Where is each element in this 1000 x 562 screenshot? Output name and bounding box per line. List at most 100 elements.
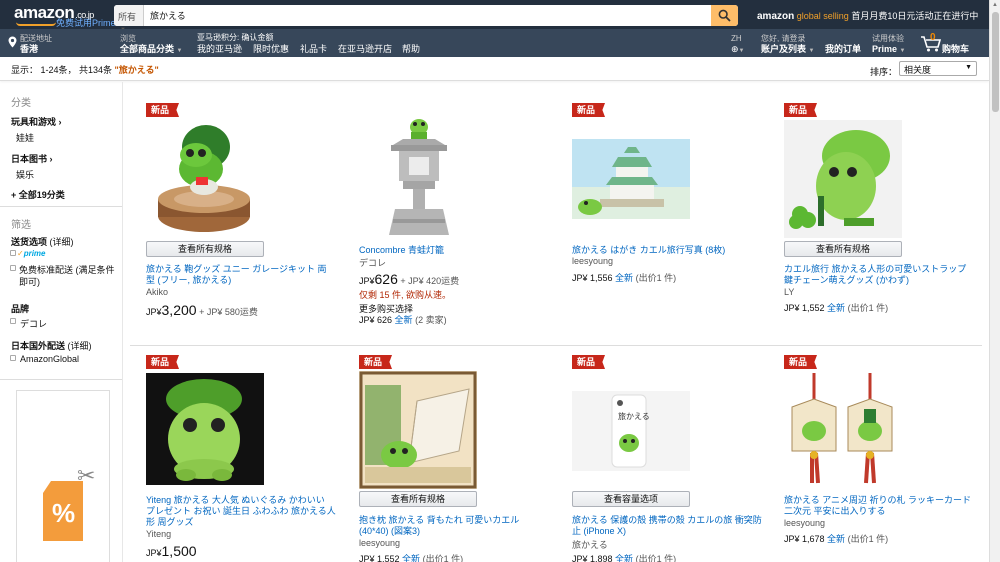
price-value: JP¥ 1,556 xyxy=(572,273,613,283)
search-input[interactable] xyxy=(150,8,710,23)
currency: JP¥ xyxy=(146,548,162,558)
view-capacity-options-button[interactable]: 查看容量选项 xyxy=(572,491,690,507)
product-title-link[interactable]: 旅かえる 鞄グッズ ユニー ガレージキット 両型 (フリー, 旅かえる) xyxy=(146,264,331,286)
product-title-link[interactable]: カエル旅行 旅かえる人形の可愛いストラップ 鍵チェーン萌えグッズ (かわず) xyxy=(784,264,969,286)
result-bar: 显示： 1-24条， 共134条 "旅かえる" 排序： 相关度 ▼ xyxy=(0,57,989,81)
prime-checkbox[interactable] xyxy=(10,250,16,256)
all-categories-link[interactable]: + 全部19分类 xyxy=(11,188,65,201)
row-divider xyxy=(130,345,982,346)
new-offers-link[interactable]: 全新 xyxy=(615,273,633,283)
sort-select[interactable]: 相关度 ▼ xyxy=(899,61,977,76)
amazon-global-checkbox[interactable] xyxy=(10,355,16,361)
search-button[interactable] xyxy=(711,5,738,26)
free-shipping-label[interactable]: 免费标准配送 (满足条件即可) xyxy=(19,264,119,288)
product-title-link[interactable]: 旅かえる はがき カエル旅行写真 (8枚) xyxy=(572,245,757,256)
shipping-cost: + JP¥ 580运费 xyxy=(199,307,258,317)
category-entertainment[interactable]: 娱乐 xyxy=(16,168,34,181)
product-image[interactable] xyxy=(373,117,453,241)
promo-brand-sub: global selling xyxy=(796,11,849,21)
globe-icon: ⊕ xyxy=(731,44,739,54)
sidebar-ad[interactable]: % ✂ xyxy=(16,390,110,562)
nav-link-my-amazon[interactable]: 我的亚马逊 xyxy=(197,44,242,55)
product-image[interactable] xyxy=(156,121,256,239)
browse-categories[interactable]: 浏览 全部商品分类 ▼ xyxy=(120,33,182,57)
product-title-link[interactable]: Concombre 青蛙灯籠 xyxy=(359,245,544,256)
cart-label: 购物车 xyxy=(942,44,970,54)
offer-count: (出价1 件) xyxy=(635,554,677,562)
account-menu[interactable]: 您好, 请登录 账户及列表 ▼ xyxy=(761,33,814,57)
price-value: JP¥ 1,898 xyxy=(572,554,613,562)
shipping-detail-link[interactable]: (详细) xyxy=(50,237,74,247)
product-card: 新品 旅かえる アニメ周辺 祈りの札 ラッキーカード 二次元 平安に出入りする … xyxy=(784,355,974,562)
category-books-label: 日本图书 xyxy=(11,154,48,164)
free-shipping-checkbox[interactable] xyxy=(10,265,16,271)
global-selling-promo[interactable]: amazon global selling 首月月费10日元活动正在进行中 xyxy=(757,9,978,22)
category-dolls[interactable]: 娃娃 xyxy=(16,131,34,144)
amazon-global-label[interactable]: AmazonGlobal xyxy=(20,354,79,364)
prime-label: Prime xyxy=(872,44,898,54)
scrollbar-thumb[interactable] xyxy=(992,12,999,112)
nav-link-deals[interactable]: 限时优惠 xyxy=(253,44,289,55)
offer-count: (出价1 件) xyxy=(422,554,464,562)
location-pin-icon xyxy=(8,36,17,48)
new-badge: 新品 xyxy=(572,103,606,117)
product-image[interactable] xyxy=(359,371,477,489)
view-variants-button[interactable]: 查看所有规格 xyxy=(146,241,264,257)
product-price: JP¥ 1,556 全新 (出价1 件) xyxy=(572,271,676,284)
nav-link-gift-cards[interactable]: 礼品卡 xyxy=(300,44,327,55)
deliver-to[interactable]: 配送地址 香港 xyxy=(8,33,52,55)
product-title-link[interactable]: 抱き枕 旅かえる 背もたれ 可愛いカエル (40*40) (図案3) xyxy=(359,515,544,537)
prime-menu[interactable]: 试用体验 Prime ▼ xyxy=(872,33,905,57)
result-query: "旅かえる" xyxy=(114,65,159,75)
offer-count: (出价1 件) xyxy=(847,534,889,544)
view-variants-button[interactable]: 查看所有规格 xyxy=(359,491,477,507)
price-value: JP¥ 1,552 xyxy=(784,303,825,313)
result-count-text: 显示： 1-24条， 共134条 xyxy=(11,65,115,75)
browse-label: 浏览 xyxy=(120,34,136,43)
brand-checkbox[interactable] xyxy=(10,318,16,324)
brand-decole[interactable]: デコレ xyxy=(20,317,47,330)
deliver-to-label: 配送地址 xyxy=(20,34,52,43)
product-image[interactable] xyxy=(146,373,264,485)
vertical-scrollbar[interactable]: ▲ xyxy=(989,0,1000,562)
product-title-link[interactable]: 旅かえる アニメ周辺 祈りの札 ラッキーカード 二次元 平安に出入りする xyxy=(784,495,974,517)
deliver-to-region: 香港 xyxy=(20,44,39,54)
orders-link[interactable]: 我的订单 xyxy=(825,44,861,55)
view-variants-button[interactable]: 查看所有规格 xyxy=(784,241,902,257)
nav-link-help[interactable]: 帮助 xyxy=(402,44,420,55)
new-offers-link[interactable]: 全新 xyxy=(827,303,845,313)
nav-link-sell[interactable]: 在亚马逊开店 xyxy=(338,44,392,55)
product-image[interactable]: 旅かえる xyxy=(572,391,690,471)
scroll-up-icon[interactable]: ▲ xyxy=(992,2,998,8)
cart-button[interactable]: 0 购物车 xyxy=(920,32,980,54)
sort-value: 相关度 xyxy=(904,65,932,75)
result-count: 显示： 1-24条， 共134条 "旅かえる" xyxy=(11,63,159,76)
new-offers-link[interactable]: 全新 xyxy=(402,554,420,562)
product-brand: Yiteng xyxy=(146,529,172,539)
language-selector[interactable]: ZH ⊕▼ xyxy=(731,33,745,57)
intl-heading-label: 日本国外配送 xyxy=(11,341,66,351)
product-title-link[interactable]: 旅かえる 保護の殻 携帯の殻 カエルの旅 衝突防止 (iPhone X) xyxy=(572,515,762,537)
product-brand: LY xyxy=(784,287,795,297)
top-nav: amazon.co.jp 免费试用Prime 所有▼ amazon global… xyxy=(0,0,989,33)
check-icon: ✓ xyxy=(17,249,24,258)
new-offers-link[interactable]: 全新 xyxy=(827,534,845,544)
chevron-down-icon: ▼ xyxy=(808,48,815,54)
product-image[interactable] xyxy=(784,120,902,238)
product-image[interactable] xyxy=(784,371,902,489)
points-link[interactable]: 亚马逊积分: 确认金额 xyxy=(197,32,273,43)
category-japanese-books[interactable]: 日本图书 › xyxy=(11,152,53,165)
prime-filter-text: prime xyxy=(23,249,46,258)
price-value: JP¥ 1,552 xyxy=(359,554,400,562)
offer-price: JP¥ 626 xyxy=(359,315,393,325)
product-price: JP¥ 1,552 全新 (出价1 件) xyxy=(784,301,888,314)
intl-detail-link[interactable]: (详细) xyxy=(68,341,92,351)
category-toys[interactable]: 玩具和游戏 › xyxy=(11,115,62,128)
search-category-select[interactable]: 所有▼ xyxy=(114,5,144,33)
try-prime-link[interactable]: 免费试用Prime xyxy=(56,16,116,29)
new-offers-link[interactable]: 全新 xyxy=(395,315,413,325)
account-greeting: 您好, 请登录 xyxy=(761,34,806,43)
product-title-link[interactable]: Yiteng 旅かえる 大人気 ぬいぐるみ かわいい プレゼント お祝い 誕生日… xyxy=(146,495,336,528)
product-image[interactable] xyxy=(572,139,690,219)
new-offers-link[interactable]: 全新 xyxy=(615,554,633,562)
